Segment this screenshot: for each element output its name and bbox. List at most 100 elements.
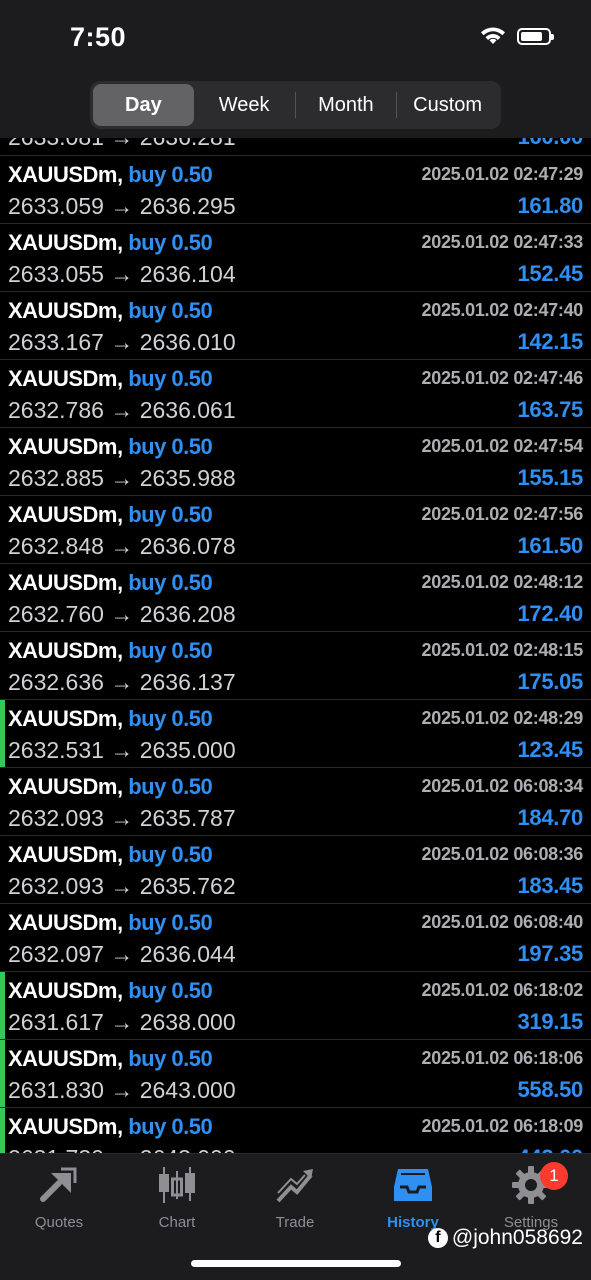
deal-side: buy 0.50	[128, 434, 213, 459]
deal-time: 2025.01.02 06:08:36	[421, 844, 584, 864]
tab-label: Trade	[275, 1214, 315, 1231]
deal-row[interactable]: XAUUSDm, buy 0.50 2025.01.02 06:18:06 2631…	[0, 1040, 591, 1108]
deal-title: XAUUSDm, buy 0.50	[8, 706, 213, 732]
period-month[interactable]: Month	[296, 84, 397, 126]
deal-side: buy 0.50	[128, 638, 213, 663]
deal-time: 2025.01.02 02:47:56	[421, 504, 584, 524]
watermark: f @john058692	[427, 1226, 583, 1250]
period-custom[interactable]: Custom	[397, 84, 498, 126]
deal-marker	[0, 1040, 5, 1107]
deal-time: 2025.01.02 02:48:12	[421, 572, 584, 592]
deal-time: 2025.01.02 06:18:02	[421, 980, 584, 1000]
wifi-icon	[481, 27, 505, 44]
deal-time: 2025.01.02 02:47:40	[421, 300, 584, 320]
deal-profit: 558.50	[517, 1077, 584, 1102]
deal-side: buy 0.50	[128, 502, 213, 527]
deal-symbol: XAUUSDm,	[8, 910, 123, 935]
deal-row[interactable]: XAUUSDm, buy 0.50 2025.01.02 02:47:46 2632…	[0, 360, 591, 428]
deal-side: buy 0.50	[128, 706, 213, 731]
deal-title: XAUUSDm, buy 0.50	[8, 978, 213, 1004]
deal-marker	[0, 700, 5, 767]
deal-side: buy 0.50	[128, 774, 213, 799]
deal-time: 2025.01.02 02:47:54	[421, 436, 584, 456]
deal-profit: 161.50	[517, 533, 584, 558]
deal-title: XAUUSDm, buy 0.50	[8, 366, 213, 392]
deal-time: 2025.01.02 02:47:46	[421, 368, 584, 388]
tab-settings[interactable]: 1 Settings	[472, 1162, 590, 1231]
deal-title: XAUUSDm, buy 0.50	[8, 298, 213, 324]
deal-side: buy 0.50	[128, 570, 213, 595]
deal-title: XAUUSDm, buy 0.50	[8, 230, 213, 256]
deal-profit: 161.80	[517, 193, 584, 218]
deal-row[interactable]: XAUUSDm, buy 0.50 2025.01.02 06:08:36 2632…	[0, 836, 591, 904]
period-week[interactable]: Week	[194, 84, 295, 126]
watermark-text: @john058692	[451, 1226, 583, 1249]
deal-row[interactable]: XAUUSDm, buy 0.50 2025.01.02 02:47:33 2633…	[0, 224, 591, 292]
history-icon	[394, 1169, 432, 1201]
deal-symbol: XAUUSDm,	[8, 774, 123, 799]
deal-side: buy 0.50	[128, 230, 213, 255]
deal-prices: 2631.830 → 2643.000	[8, 1077, 236, 1103]
deal-time: 2025.01.02 06:08:34	[421, 776, 584, 796]
deal-row[interactable]: XAUUSDm, buy 0.50 2025.01.02 06:18:02 2631…	[0, 972, 591, 1040]
deal-time: 2025.01.02 02:48:29	[421, 708, 584, 728]
deal-title: XAUUSDm, buy 0.50	[8, 638, 213, 664]
deal-profit: 172.40	[517, 601, 584, 626]
deal-side: buy 0.50	[128, 842, 213, 867]
tab-history[interactable]: History	[354, 1162, 472, 1231]
deal-row[interactable]: XAUUSDm, buy 0.50 2025.01.02 02:47:54 2632…	[0, 428, 591, 496]
deal-symbol: XAUUSDm,	[8, 706, 123, 731]
deal-list: 2633.081 → 2636.281 160.00 XAUUSDm, buy …	[0, 118, 591, 1176]
status-time: 7:50	[70, 22, 127, 52]
chart-icon	[159, 1167, 195, 1203]
home-indicator	[191, 1260, 401, 1267]
deal-title: XAUUSDm, buy 0.50	[8, 1046, 213, 1072]
deal-side: buy 0.50	[128, 1046, 213, 1071]
deal-row[interactable]: XAUUSDm, buy 0.50 2025.01.02 02:47:40 2633…	[0, 292, 591, 360]
deal-prices: 2632.786 → 2636.061	[8, 397, 236, 423]
deal-row[interactable]: XAUUSDm, buy 0.50 2025.01.02 02:48:29 2632…	[0, 700, 591, 768]
deal-side: buy 0.50	[128, 366, 213, 391]
status-icons	[479, 26, 554, 46]
deal-row[interactable]: XAUUSDm, buy 0.50 2025.01.02 02:47:56 2632…	[0, 496, 591, 564]
deal-symbol: XAUUSDm,	[8, 1046, 123, 1071]
tab-trade[interactable]: Trade	[236, 1162, 354, 1231]
deal-title: XAUUSDm, buy 0.50	[8, 502, 213, 528]
tab-label: Quotes	[34, 1214, 84, 1231]
deal-prices: 2633.055 → 2636.104	[8, 261, 236, 287]
deal-row[interactable]: XAUUSDm, buy 0.50 2025.01.02 02:47:29 2633…	[0, 156, 591, 224]
deal-row[interactable]: XAUUSDm, buy 0.50 2025.01.02 02:48:15 2632…	[0, 632, 591, 700]
tab-quotes[interactable]: Quotes	[0, 1162, 118, 1231]
deal-row[interactable]: XAUUSDm, buy 0.50 2025.01.02 06:08:40 2632…	[0, 904, 591, 972]
deal-symbol: XAUUSDm,	[8, 366, 123, 391]
deal-prices: 2632.885 → 2635.988	[8, 465, 236, 491]
deal-prices: 2631.617 → 2638.000	[8, 1009, 236, 1035]
notification-badge: 1	[540, 1162, 568, 1190]
deal-title: XAUUSDm, buy 0.50	[8, 774, 213, 800]
deal-time: 2025.01.02 02:48:15	[421, 640, 584, 660]
deal-profit: 142.15	[517, 329, 584, 354]
deal-row[interactable]: XAUUSDm, buy 0.50 2025.01.02 06:08:34 2632…	[0, 768, 591, 836]
deal-title: XAUUSDm, buy 0.50	[8, 1114, 213, 1140]
deal-symbol: XAUUSDm,	[8, 230, 123, 255]
trade-icon	[276, 1169, 313, 1203]
deal-symbol: XAUUSDm,	[8, 298, 123, 323]
deal-prices: 2632.093 → 2635.787	[8, 805, 236, 831]
deal-prices: 2632.093 → 2635.762	[8, 873, 236, 899]
battery-icon	[517, 27, 554, 45]
deal-side: buy 0.50	[128, 978, 213, 1003]
deal-symbol: XAUUSDm,	[8, 638, 123, 663]
tab-chart[interactable]: Chart	[118, 1162, 236, 1231]
deal-time: 2025.01.02 06:08:40	[421, 912, 584, 932]
deal-title: XAUUSDm, buy 0.50	[8, 842, 213, 868]
deal-profit: 175.05	[517, 669, 584, 694]
deal-row[interactable]: XAUUSDm, buy 0.50 2025.01.02 02:48:12 2632…	[0, 564, 591, 632]
deal-prices: 2632.760 → 2636.208	[8, 601, 236, 627]
deal-symbol: XAUUSDm,	[8, 502, 123, 527]
deal-time: 2025.01.02 02:47:29	[421, 164, 584, 184]
tab-label: Chart	[158, 1214, 196, 1231]
deal-time: 2025.01.02 06:18:06	[421, 1048, 584, 1068]
period-day[interactable]: Day	[93, 84, 194, 126]
deal-time: 2025.01.02 02:47:33	[421, 232, 584, 252]
deal-side: buy 0.50	[128, 1114, 213, 1139]
